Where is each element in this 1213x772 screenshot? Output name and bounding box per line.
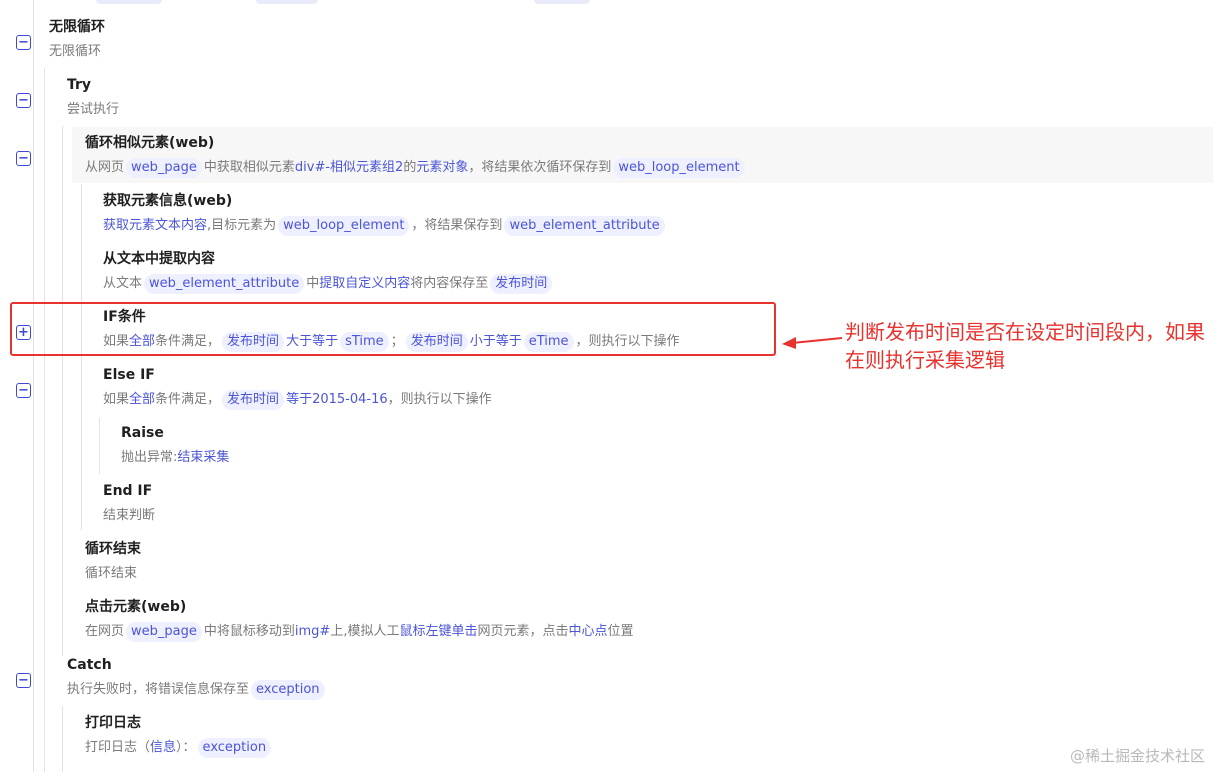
tree-rail bbox=[81, 184, 82, 530]
step-title: Raise bbox=[121, 425, 164, 441]
collapse-toggle-try[interactable]: − bbox=[16, 93, 31, 108]
annotation-arrow-icon bbox=[782, 337, 843, 349]
variable-chip[interactable]: 发布时间 bbox=[490, 274, 553, 294]
clipped-chip bbox=[96, 0, 162, 4]
variable-chip[interactable]: 发布时间 bbox=[222, 390, 285, 410]
step-title: 无限循环 bbox=[49, 19, 105, 35]
step-desc: 如果全部条件满足， 发布时间 等于2015-04-16，则执行以下操作 bbox=[103, 388, 492, 412]
step-title: 点击元素(web) bbox=[85, 599, 187, 615]
step-infinite-loop[interactable]: 无限循环 无限循环 bbox=[49, 17, 105, 64]
step-title: 循环结束 bbox=[85, 541, 141, 557]
step-desc: 从网页 web_page 中获取相似元素div#-相似元素组2的元素对象，将结果依次… bbox=[85, 156, 747, 180]
keyword: 中心点 bbox=[568, 624, 608, 639]
step-title: Catch bbox=[67, 657, 112, 673]
keyword: 元素对象 bbox=[416, 160, 469, 175]
tree-rail bbox=[99, 418, 100, 474]
step-desc: 执行失败时，将错误信息保存至 exception bbox=[67, 678, 327, 702]
variable-chip[interactable]: exception bbox=[197, 738, 272, 758]
variable-chip[interactable]: exception bbox=[251, 680, 325, 700]
step-desc: 从文本 web_element_attribute 中提取自定义内容将内容保存至 发布… bbox=[103, 272, 554, 296]
keyword: 信息 bbox=[150, 740, 177, 755]
step-end-if[interactable]: End IF 结束判断 bbox=[103, 481, 155, 528]
tree-rail bbox=[62, 706, 63, 772]
step-title: Try bbox=[67, 77, 92, 93]
collapse-toggle-catch[interactable]: − bbox=[16, 673, 31, 688]
clipped-chip bbox=[256, 0, 318, 4]
keyword: 全部 bbox=[129, 392, 156, 407]
step-title: 打印日志 bbox=[85, 715, 141, 731]
step-extract-text[interactable]: 从文本中提取内容 从文本 web_element_attribute 中提取自定义内… bbox=[103, 249, 554, 296]
watermark: @稀土掘金技术社区 bbox=[1069, 747, 1205, 765]
step-click-element[interactable]: 点击元素(web) 在网页 web_page 中将鼠标移动到img#上,模拟人工鼠标… bbox=[85, 597, 634, 644]
step-title: 获取元素信息(web) bbox=[103, 193, 233, 209]
step-loop-similar-elements[interactable]: 循环相似元素(web) 从网页 web_page 中获取相似元素div#-相似元素组… bbox=[85, 133, 747, 180]
keyword: 结束采集 bbox=[177, 450, 230, 465]
step-desc: 打印日志（信息）： exception bbox=[85, 736, 273, 760]
tree-rail bbox=[44, 68, 45, 772]
step-loop-end[interactable]: 循环结束 循环结束 bbox=[85, 539, 141, 586]
variable-chip[interactable]: web_page bbox=[126, 158, 202, 178]
step-desc: 循环结束 bbox=[85, 566, 138, 581]
variable-chip[interactable]: web_element_attribute bbox=[144, 274, 305, 294]
step-desc: 在网页 web_page 中将鼠标移动到img#上,模拟人工鼠标左键单击网页元素，点… bbox=[85, 620, 634, 644]
collapse-toggle-loop[interactable]: − bbox=[16, 35, 31, 50]
variable-chip[interactable]: web_page bbox=[126, 622, 202, 642]
keyword: div#-相似元素组2 bbox=[294, 160, 404, 175]
annotation-note: 判断发布时间是否在设定时间段内，如果在则执行采集逻辑 bbox=[845, 320, 1205, 372]
step-title: 循环相似元素(web) bbox=[85, 135, 215, 151]
step-desc: 尝试执行 bbox=[67, 102, 120, 117]
keyword: 获取元素文本内容 bbox=[103, 218, 208, 233]
step-else-if[interactable]: Else IF 如果全部条件满足， 发布时间 等于2015-04-16，则执行以下操… bbox=[103, 365, 492, 412]
collapse-toggle-elseif[interactable]: − bbox=[16, 383, 31, 398]
tree-rail bbox=[33, 0, 34, 772]
step-get-element-info[interactable]: 获取元素信息(web) 获取元素文本内容,目标元素为 web_loop_eleme… bbox=[103, 191, 667, 238]
keyword: img# bbox=[294, 624, 331, 639]
step-print-log[interactable]: 打印日志 打印日志（信息）： exception bbox=[85, 713, 273, 760]
step-title: End IF bbox=[103, 483, 153, 499]
keyword: 提取自定义内容 bbox=[319, 276, 411, 291]
step-desc: 获取元素文本内容,目标元素为 web_loop_element ，将结果保存到 web… bbox=[103, 214, 667, 238]
collapse-toggle-loop-similar[interactable]: − bbox=[16, 151, 31, 166]
step-title: Else IF bbox=[103, 367, 155, 383]
tree-rail bbox=[62, 126, 63, 656]
clipped-chip bbox=[534, 0, 590, 4]
annotation-highlight-box bbox=[10, 302, 776, 356]
keyword: 等于 bbox=[286, 392, 313, 407]
variable-chip[interactable]: web_loop_element bbox=[278, 216, 410, 236]
variable-chip[interactable]: web_loop_element bbox=[613, 158, 745, 178]
step-try[interactable]: Try 尝试执行 bbox=[67, 75, 119, 122]
step-raise[interactable]: Raise 抛出异常:结束采集 bbox=[121, 423, 229, 470]
step-desc: 无限循环 bbox=[49, 44, 102, 59]
step-catch[interactable]: Catch 执行失败时，将错误信息保存至 exception bbox=[67, 655, 327, 702]
variable-chip[interactable]: web_element_attribute bbox=[504, 216, 665, 236]
step-desc: 结束判断 bbox=[103, 508, 156, 523]
keyword: 鼠标左键单击 bbox=[399, 624, 478, 639]
step-desc: 抛出异常:结束采集 bbox=[121, 450, 230, 465]
keyword: 2015-04-16 bbox=[312, 392, 388, 407]
step-title: 从文本中提取内容 bbox=[103, 251, 215, 267]
